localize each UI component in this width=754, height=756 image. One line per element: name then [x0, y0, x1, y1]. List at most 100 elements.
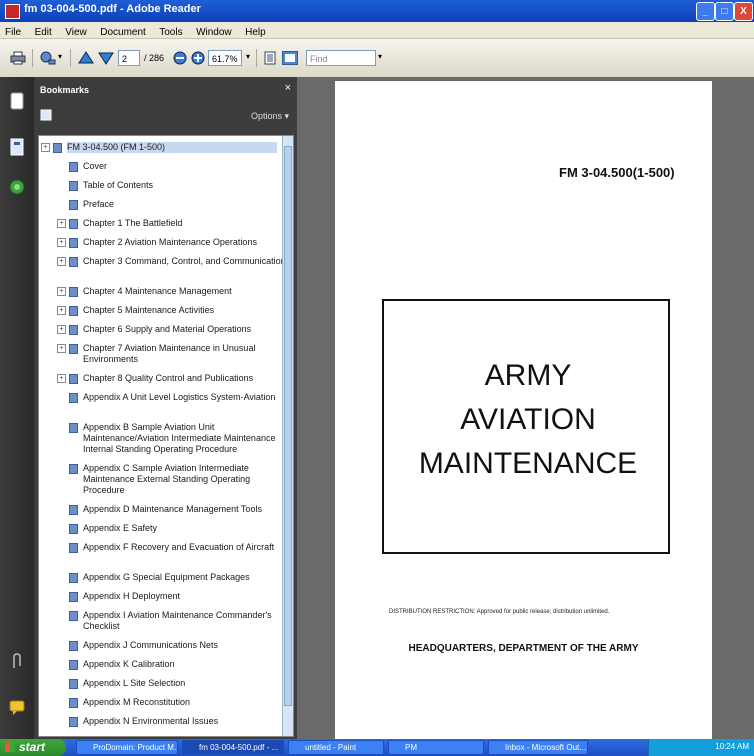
- bookmark-label: Appendix I Aviation Maintenance Commande…: [83, 610, 272, 631]
- expand-toggle-icon[interactable]: +: [57, 238, 66, 247]
- taskbar-item-adobe-reader[interactable]: fm 03-004-500.pdf - ...: [182, 740, 284, 755]
- next-page-icon[interactable]: [98, 51, 114, 65]
- tools-icon[interactable]: [40, 51, 56, 65]
- bookmark-label: Chapter 7 Aviation Maintenance in Unusua…: [83, 343, 256, 364]
- bookmark-label: FM 3-04.500 (FM 1-500): [67, 142, 277, 153]
- bookmark-icon: [69, 257, 78, 267]
- bookmark-label: Appendix J Communications Nets: [83, 640, 219, 650]
- bookmark-icon: [69, 287, 78, 297]
- zoom-in-icon[interactable]: [190, 51, 206, 65]
- bookmark-icon: [69, 698, 78, 708]
- bookmarks-header: Bookmarks ×: [34, 77, 297, 99]
- comments-icon[interactable]: [8, 697, 26, 717]
- taskbar-item-pm[interactable]: PM: [388, 740, 484, 755]
- fit-width-icon[interactable]: [282, 51, 298, 65]
- title-line-3: MAINTENANCE: [418, 447, 638, 480]
- pages-icon[interactable]: [8, 91, 26, 111]
- menu-edit[interactable]: Edit: [30, 25, 56, 38]
- chevron-down-icon[interactable]: ▾: [58, 52, 62, 61]
- zoom-out-icon[interactable]: [172, 51, 188, 65]
- bookmarks-tree: + FM 3-04.500 (FM 1-500) Cover Table of Con…: [38, 135, 294, 737]
- system-tray: 10:24 AM: [648, 739, 754, 756]
- menu-help[interactable]: Help: [240, 25, 270, 38]
- bookmark-icon: [69, 524, 78, 534]
- windows-taskbar: start ProDomain: Product M... fm 03-004-…: [0, 739, 754, 756]
- taskbar-item-outlook[interactable]: Inbox - Microsoft Out...: [488, 740, 588, 755]
- menu-file[interactable]: File: [0, 25, 25, 38]
- headquarters-line: HEADQUARTERS, DEPARTMENT OF THE ARMY: [408, 643, 639, 654]
- bookmark-label: Chapter 8 Quality Control and Publicatio…: [83, 373, 254, 383]
- bookmark-icon: [69, 573, 78, 583]
- document-view[interactable]: FM 3-04.500(1-500) ARMY AVIATION MAINTEN…: [297, 77, 754, 739]
- maximize-button[interactable]: □: [715, 2, 734, 21]
- bookmark-label: Chapter 1 The Battlefield: [83, 218, 183, 228]
- bookmark-label: Cover: [83, 161, 108, 171]
- options-menu[interactable]: Options ▾: [251, 111, 289, 122]
- bookmark-icon: [69, 611, 78, 621]
- bookmarks-icon[interactable]: [8, 137, 26, 157]
- bookmark-icon: [69, 505, 78, 515]
- bookmarks-scrollbar[interactable]: [282, 136, 293, 736]
- expand-toggle-icon[interactable]: +: [57, 374, 66, 383]
- bookmarks-panel: Bookmarks × Options ▾ + FM 3-04.500 (FM 1…: [34, 77, 297, 739]
- bookmark-icon: [69, 393, 78, 403]
- find-dropdown-icon[interactable]: ▾: [378, 52, 382, 61]
- menu-window[interactable]: Window: [191, 25, 236, 38]
- bookmark-label: Appendix B Sample Aviation Unit Maintena…: [83, 422, 276, 454]
- bookmark-icon: [69, 374, 78, 384]
- bookmark-icon: [69, 423, 78, 433]
- window-titlebar: fm 03-004-500.pdf - Adobe Reader _ □ X: [0, 0, 754, 22]
- bookmark-label: Preface: [83, 199, 115, 209]
- bookmark-label: Appendix F Recovery and Evacuation of Ai…: [83, 542, 275, 552]
- menu-tools[interactable]: Tools: [154, 25, 186, 38]
- title-line-1: ARMY: [484, 359, 572, 392]
- bookmark-label: Appendix D Maintenance Management Tools: [83, 504, 262, 514]
- expand-toggle-icon[interactable]: +: [57, 306, 66, 315]
- zoom-dropdown-icon[interactable]: ▾: [246, 52, 250, 61]
- adobe-reader-icon: [5, 4, 20, 19]
- bookmark-label: Chapter 2 Aviation Maintenance Operation…: [83, 237, 257, 247]
- close-panel-icon[interactable]: ×: [285, 82, 291, 94]
- bookmark-icon: [69, 464, 78, 474]
- close-button[interactable]: X: [734, 2, 753, 21]
- print-icon[interactable]: [10, 51, 26, 65]
- taskbar-item-paint[interactable]: untitled - Paint: [288, 740, 384, 755]
- bookmark-label: Chapter 5 Maintenance Activities: [83, 305, 215, 315]
- expand-toggle-icon[interactable]: +: [57, 219, 66, 228]
- windows-logo-icon: [5, 742, 15, 752]
- minimize-button[interactable]: _: [696, 2, 715, 21]
- window-title: fm 03-004-500.pdf - Adobe Reader: [24, 3, 201, 15]
- expand-toggle-icon[interactable]: +: [41, 143, 50, 152]
- bookmark-label: Appendix L Site Selection: [83, 678, 186, 688]
- expand-toggle-icon[interactable]: +: [57, 287, 66, 296]
- menu-view[interactable]: View: [60, 25, 91, 38]
- bookmark-icon: [69, 679, 78, 689]
- scrollbar-thumb[interactable]: [284, 146, 292, 706]
- expand-toggle-icon[interactable]: +: [57, 344, 66, 353]
- taskbar-item-prodomain[interactable]: ProDomain: Product M...: [76, 740, 178, 755]
- clock[interactable]: 10:24 AM: [715, 742, 749, 751]
- menu-bar: File Edit View Document Tools Window Hel…: [0, 22, 754, 39]
- bookmark-label: Appendix G Special Equipment Packages: [83, 572, 250, 582]
- bookmark-label: Chapter 4 Maintenance Management: [83, 286, 232, 296]
- title-box: ARMY AVIATION MAINTENANCE: [382, 299, 670, 554]
- expand-toggle-icon[interactable]: +: [57, 257, 66, 266]
- page-number-input[interactable]: 2: [118, 50, 140, 66]
- find-input[interactable]: Find: [306, 50, 376, 66]
- previous-page-icon[interactable]: [78, 51, 94, 65]
- menu-document[interactable]: Document: [95, 25, 150, 38]
- start-button[interactable]: start: [0, 739, 66, 756]
- bookmark-icon: [69, 717, 78, 727]
- expand-bookmark-icon[interactable]: [40, 109, 52, 121]
- fit-page-icon[interactable]: [262, 51, 278, 65]
- bookmark-icon: [69, 641, 78, 651]
- bookmark-icon: [69, 219, 78, 229]
- signatures-icon[interactable]: [8, 177, 26, 197]
- bookmark-label: Appendix A Unit Level Logistics System-A…: [83, 392, 276, 402]
- bookmark-label: Appendix H Deployment: [83, 591, 181, 601]
- bookmark-label: Chapter 3 Command, Control, and Communic…: [83, 256, 291, 266]
- expand-toggle-icon[interactable]: +: [57, 325, 66, 334]
- bookmark-label: Chapter 6 Supply and Material Operations: [83, 324, 252, 334]
- attachments-icon[interactable]: [8, 652, 26, 672]
- zoom-level-select[interactable]: 61.7%: [208, 50, 242, 66]
